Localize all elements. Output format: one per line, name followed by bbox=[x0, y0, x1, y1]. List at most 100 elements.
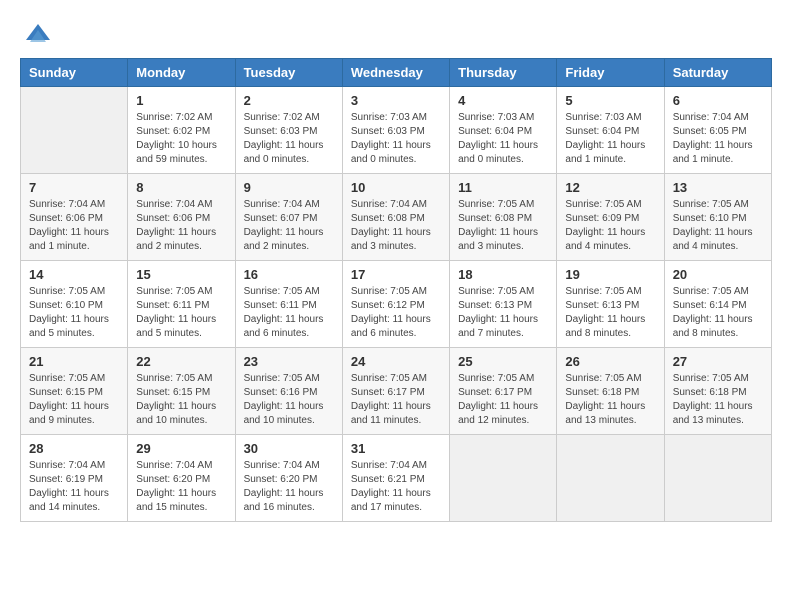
calendar-day-27: 27 Sunrise: 7:05 AMSunset: 6:18 PMDayligh… bbox=[664, 348, 771, 435]
day-info: Sunrise: 7:05 AMSunset: 6:18 PMDaylight:… bbox=[565, 372, 655, 428]
day-info: Sunrise: 7:05 AMSunset: 6:18 PMDaylight:… bbox=[673, 372, 763, 428]
calendar-day-14: 14 Sunrise: 7:05 AMSunset: 6:10 PMDayligh… bbox=[21, 261, 128, 348]
empty-cell bbox=[21, 87, 128, 174]
day-info: Sunrise: 7:04 AMSunset: 6:05 PMDaylight:… bbox=[673, 111, 763, 167]
day-number: 12 bbox=[565, 180, 655, 195]
day-header-saturday: Saturday bbox=[664, 59, 771, 87]
day-header-thursday: Thursday bbox=[450, 59, 557, 87]
day-info: Sunrise: 7:05 AMSunset: 6:17 PMDaylight:… bbox=[351, 372, 441, 428]
calendar-day-10: 10 Sunrise: 7:04 AMSunset: 6:08 PMDayligh… bbox=[342, 174, 449, 261]
day-info: Sunrise: 7:05 AMSunset: 6:11 PMDaylight:… bbox=[244, 285, 334, 341]
day-number: 8 bbox=[136, 180, 226, 195]
day-info: Sunrise: 7:05 AMSunset: 6:11 PMDaylight:… bbox=[136, 285, 226, 341]
calendar-day-5: 5Sunrise: 7:03 AMSunset: 6:04 PMDaylight… bbox=[557, 87, 664, 174]
day-number: 18 bbox=[458, 267, 548, 282]
calendar-day-2: 2 Sunrise: 7:02 AMSunset: 6:03 PMDaylight… bbox=[235, 87, 342, 174]
day-info: Sunrise: 7:05 AMSunset: 6:14 PMDaylight:… bbox=[673, 285, 763, 341]
day-info: Sunrise: 7:04 AMSunset: 6:20 PMDaylight:… bbox=[244, 459, 334, 515]
calendar-day-3: 3 Sunrise: 7:03 AMSunset: 6:03 PMDaylight… bbox=[342, 87, 449, 174]
calendar-week-4: 21 Sunrise: 7:05 AMSunset: 6:15 PMDayligh… bbox=[21, 348, 772, 435]
day-number: 4 bbox=[458, 93, 548, 108]
calendar-day-28: 28Sunrise: 7:04 AMSunset: 6:19 PMDayligh… bbox=[21, 435, 128, 522]
calendar-day-20: 20 Sunrise: 7:05 AMSunset: 6:14 PMDayligh… bbox=[664, 261, 771, 348]
day-number: 1 bbox=[136, 93, 226, 108]
day-number: 30 bbox=[244, 441, 334, 456]
calendar-week-3: 14 Sunrise: 7:05 AMSunset: 6:10 PMDayligh… bbox=[21, 261, 772, 348]
day-number: 26 bbox=[565, 354, 655, 369]
day-info: Sunrise: 7:05 AMSunset: 6:09 PMDaylight:… bbox=[565, 198, 655, 254]
day-info: Sunrise: 7:05 AMSunset: 6:15 PMDaylight:… bbox=[29, 372, 119, 428]
calendar-week-2: 7Sunrise: 7:04 AMSunset: 6:06 PMDaylight… bbox=[21, 174, 772, 261]
day-number: 13 bbox=[673, 180, 763, 195]
calendar-day-7: 7Sunrise: 7:04 AMSunset: 6:06 PMDaylight… bbox=[21, 174, 128, 261]
day-number: 10 bbox=[351, 180, 441, 195]
day-number: 21 bbox=[29, 354, 119, 369]
day-info: Sunrise: 7:02 AMSunset: 6:02 PMDaylight:… bbox=[136, 111, 226, 167]
calendar-day-18: 18 Sunrise: 7:05 AMSunset: 6:13 PMDayligh… bbox=[450, 261, 557, 348]
day-header-monday: Monday bbox=[128, 59, 235, 87]
calendar-day-31: 31 Sunrise: 7:04 AMSunset: 6:21 PMDayligh… bbox=[342, 435, 449, 522]
day-info: Sunrise: 7:04 AMSunset: 6:21 PMDaylight:… bbox=[351, 459, 441, 515]
day-number: 20 bbox=[673, 267, 763, 282]
calendar-day-29: 29Sunrise: 7:04 AMSunset: 6:20 PMDayligh… bbox=[128, 435, 235, 522]
calendar-day-22: 22 Sunrise: 7:05 AMSunset: 6:15 PMDayligh… bbox=[128, 348, 235, 435]
day-info: Sunrise: 7:05 AMSunset: 6:12 PMDaylight:… bbox=[351, 285, 441, 341]
calendar-day-17: 17 Sunrise: 7:05 AMSunset: 6:12 PMDayligh… bbox=[342, 261, 449, 348]
day-info: Sunrise: 7:04 AMSunset: 6:08 PMDaylight:… bbox=[351, 198, 441, 254]
day-number: 28 bbox=[29, 441, 119, 456]
calendar-day-4: 4 Sunrise: 7:03 AMSunset: 6:04 PMDaylight… bbox=[450, 87, 557, 174]
day-info: Sunrise: 7:04 AMSunset: 6:06 PMDaylight:… bbox=[29, 198, 119, 254]
day-info: Sunrise: 7:05 AMSunset: 6:15 PMDaylight:… bbox=[136, 372, 226, 428]
day-info: Sunrise: 7:05 AMSunset: 6:13 PMDaylight:… bbox=[458, 285, 548, 341]
day-info: Sunrise: 7:05 AMSunset: 6:10 PMDaylight:… bbox=[29, 285, 119, 341]
day-number: 14 bbox=[29, 267, 119, 282]
day-info: Sunrise: 7:03 AMSunset: 6:03 PMDaylight:… bbox=[351, 111, 441, 167]
calendar-day-11: 11 Sunrise: 7:05 AMSunset: 6:08 PMDayligh… bbox=[450, 174, 557, 261]
empty-cell bbox=[557, 435, 664, 522]
logo bbox=[20, 20, 52, 48]
day-number: 17 bbox=[351, 267, 441, 282]
day-info: Sunrise: 7:05 AMSunset: 6:16 PMDaylight:… bbox=[244, 372, 334, 428]
calendar-day-30: 30 Sunrise: 7:04 AMSunset: 6:20 PMDayligh… bbox=[235, 435, 342, 522]
calendar-day-19: 19 Sunrise: 7:05 AMSunset: 6:13 PMDayligh… bbox=[557, 261, 664, 348]
day-number: 23 bbox=[244, 354, 334, 369]
day-number: 27 bbox=[673, 354, 763, 369]
day-number: 19 bbox=[565, 267, 655, 282]
day-info: Sunrise: 7:05 AMSunset: 6:17 PMDaylight:… bbox=[458, 372, 548, 428]
day-number: 29 bbox=[136, 441, 226, 456]
day-number: 11 bbox=[458, 180, 548, 195]
day-info: Sunrise: 7:03 AMSunset: 6:04 PMDaylight:… bbox=[565, 111, 655, 167]
day-header-friday: Friday bbox=[557, 59, 664, 87]
day-info: Sunrise: 7:04 AMSunset: 6:06 PMDaylight:… bbox=[136, 198, 226, 254]
day-info: Sunrise: 7:03 AMSunset: 6:04 PMDaylight:… bbox=[458, 111, 548, 167]
day-info: Sunrise: 7:05 AMSunset: 6:10 PMDaylight:… bbox=[673, 198, 763, 254]
day-number: 22 bbox=[136, 354, 226, 369]
calendar-day-21: 21 Sunrise: 7:05 AMSunset: 6:15 PMDayligh… bbox=[21, 348, 128, 435]
day-number: 6 bbox=[673, 93, 763, 108]
day-info: Sunrise: 7:04 AMSunset: 6:07 PMDaylight:… bbox=[244, 198, 334, 254]
day-info: Sunrise: 7:05 AMSunset: 6:08 PMDaylight:… bbox=[458, 198, 548, 254]
calendar-day-26: 26 Sunrise: 7:05 AMSunset: 6:18 PMDayligh… bbox=[557, 348, 664, 435]
calendar-table: SundayMondayTuesdayWednesdayThursdayFrid… bbox=[20, 58, 772, 522]
day-info: Sunrise: 7:02 AMSunset: 6:03 PMDaylight:… bbox=[244, 111, 334, 167]
day-number: 16 bbox=[244, 267, 334, 282]
calendar-day-15: 15Sunrise: 7:05 AMSunset: 6:11 PMDayligh… bbox=[128, 261, 235, 348]
day-number: 25 bbox=[458, 354, 548, 369]
day-number: 2 bbox=[244, 93, 334, 108]
calendar-day-1: 1 Sunrise: 7:02 AMSunset: 6:02 PMDaylight… bbox=[128, 87, 235, 174]
calendar-day-23: 23 Sunrise: 7:05 AMSunset: 6:16 PMDayligh… bbox=[235, 348, 342, 435]
day-header-sunday: Sunday bbox=[21, 59, 128, 87]
calendar-header-row: SundayMondayTuesdayWednesdayThursdayFrid… bbox=[21, 59, 772, 87]
calendar-day-9: 9Sunrise: 7:04 AMSunset: 6:07 PMDaylight… bbox=[235, 174, 342, 261]
empty-cell bbox=[450, 435, 557, 522]
logo-icon bbox=[24, 20, 52, 48]
calendar-day-25: 25 Sunrise: 7:05 AMSunset: 6:17 PMDayligh… bbox=[450, 348, 557, 435]
day-number: 31 bbox=[351, 441, 441, 456]
calendar-day-13: 13 Sunrise: 7:05 AMSunset: 6:10 PMDayligh… bbox=[664, 174, 771, 261]
day-number: 3 bbox=[351, 93, 441, 108]
day-info: Sunrise: 7:05 AMSunset: 6:13 PMDaylight:… bbox=[565, 285, 655, 341]
day-number: 24 bbox=[351, 354, 441, 369]
day-header-wednesday: Wednesday bbox=[342, 59, 449, 87]
empty-cell bbox=[664, 435, 771, 522]
day-header-tuesday: Tuesday bbox=[235, 59, 342, 87]
